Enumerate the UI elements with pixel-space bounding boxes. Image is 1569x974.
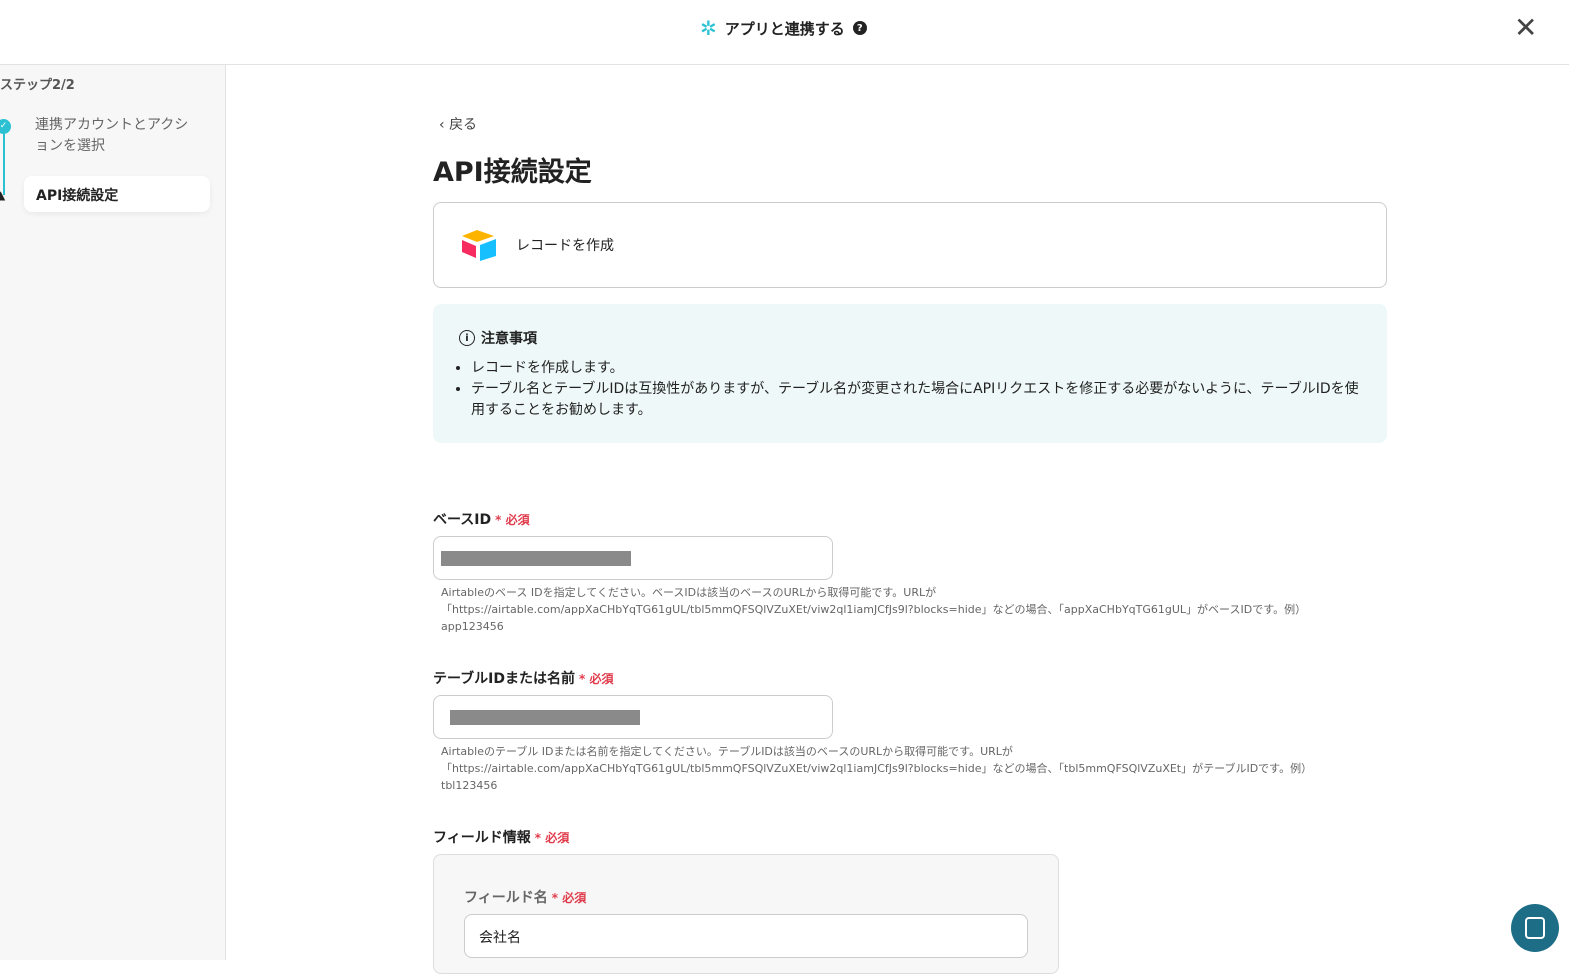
required-badge: * 必須 bbox=[579, 672, 614, 686]
page-title: API接続設定 bbox=[433, 157, 592, 188]
required-text: 必須 bbox=[505, 513, 530, 527]
title-text: アプリと連携する bbox=[724, 19, 845, 38]
sidebar-step-2[interactable]: API接続設定 bbox=[24, 176, 210, 212]
sidebar-step-1[interactable]: 連携アカウントとアクションを選択 bbox=[35, 115, 200, 157]
required-badge: * 必須 bbox=[495, 513, 530, 527]
notice-title: 注意事項 bbox=[481, 331, 537, 347]
notice-item: レコードを作成します。 bbox=[471, 358, 1361, 379]
base-id-input[interactable] bbox=[433, 536, 833, 580]
close-icon[interactable]: ✕ bbox=[1514, 14, 1537, 42]
step-counter: ステップ2/2 bbox=[0, 78, 75, 93]
step-connector bbox=[3, 127, 5, 195]
table-id-input[interactable] bbox=[433, 695, 833, 739]
required-text: 必須 bbox=[545, 831, 570, 845]
required-badge: * 必須 bbox=[551, 891, 587, 905]
network-icon: ✲ bbox=[700, 16, 717, 40]
redacted-value bbox=[441, 551, 631, 566]
label-text: フィールド名 bbox=[464, 890, 548, 906]
table-id-label: テーブルIDまたは名前 * 必須 bbox=[433, 668, 613, 688]
field-info-box: フィールド名 * 必須 会社名 bbox=[433, 854, 1059, 974]
back-link[interactable]: ‹ 戻る bbox=[439, 114, 477, 134]
label-text: テーブルIDまたは名前 bbox=[433, 671, 575, 687]
label-text: フィールド情報 bbox=[433, 830, 531, 846]
table-id-hint: Airtableのテーブル IDまたは名前を指定してください。テーブルIDは該当… bbox=[441, 745, 1313, 792]
action-card: レコードを作成 bbox=[433, 202, 1387, 288]
base-id-label: ベースID * 必須 bbox=[433, 509, 530, 529]
warning-icon: ▲ bbox=[0, 188, 6, 202]
header: ✲ アプリと連携する ? ✕ bbox=[0, 0, 1569, 65]
notice-item: テーブル名とテーブルIDは互換性がありますが、テーブル名が変更された場合にAPI… bbox=[471, 379, 1361, 421]
field-name-input[interactable]: 会社名 bbox=[464, 914, 1028, 958]
base-id-hint: Airtableのベース IDを指定してください。ベースIDは該当のベースのUR… bbox=[441, 586, 1307, 633]
sidebar: ステップ2/2 ✓ ▲ 連携アカウントとアクションを選択 API接続設定 bbox=[0, 65, 226, 960]
notice-box: i 注意事項 レコードを作成します。 テーブル名とテーブルIDは互換性がありますが… bbox=[433, 304, 1387, 443]
back-label: 戻る bbox=[449, 117, 478, 133]
required-text: 必須 bbox=[562, 891, 587, 905]
help-icon[interactable]: ? bbox=[852, 21, 867, 35]
chevron-left-icon: ‹ bbox=[439, 117, 450, 133]
required-badge: * 必須 bbox=[534, 831, 570, 845]
check-icon: ✓ bbox=[0, 119, 11, 134]
info-icon: i bbox=[459, 330, 475, 346]
field-name-label: フィールド名 * 必須 bbox=[464, 887, 586, 907]
action-name: レコードを作成 bbox=[516, 238, 614, 254]
airtable-logo-icon bbox=[462, 230, 496, 261]
field-info-label: フィールド情報 * 必須 bbox=[433, 827, 569, 847]
chat-support-button[interactable] bbox=[1511, 904, 1559, 952]
header-title: ✲ アプリと連携する ? bbox=[700, 16, 867, 40]
label-text: ベースID bbox=[433, 512, 492, 528]
redacted-value bbox=[450, 710, 640, 725]
required-text: 必須 bbox=[589, 672, 614, 686]
